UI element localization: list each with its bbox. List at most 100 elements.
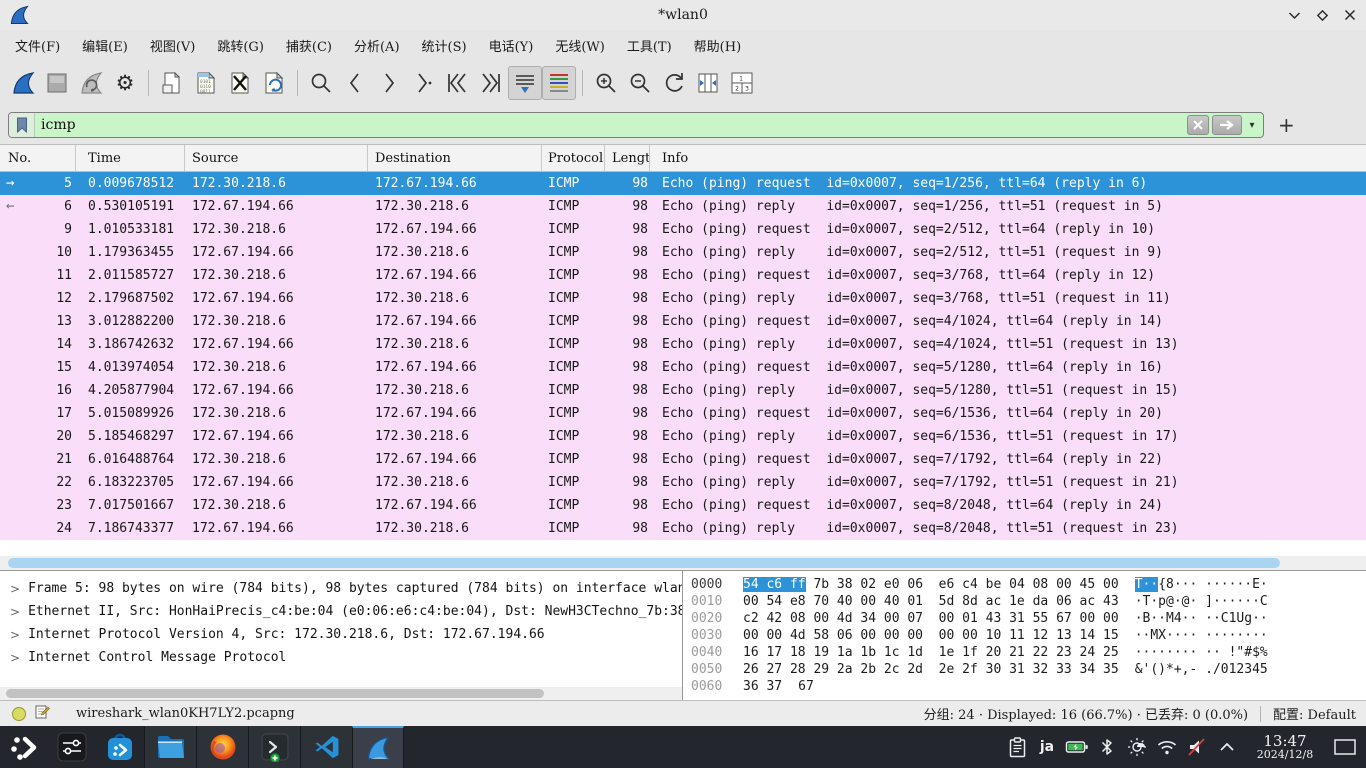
profile-label[interactable]: 配置: Default bbox=[1273, 704, 1356, 723]
go-to-packet-button[interactable] bbox=[406, 66, 440, 100]
packet-row[interactable]: 154.013974054172.30.218.6172.67.194.66IC… bbox=[0, 356, 1366, 379]
expander-icon[interactable]: > bbox=[10, 651, 20, 665]
taskbar-wireshark-button[interactable] bbox=[352, 726, 404, 768]
filter-clear-button[interactable] bbox=[1187, 115, 1209, 135]
capture-comment-icon[interactable] bbox=[34, 704, 50, 724]
column-header-dst[interactable]: Destination bbox=[368, 145, 542, 171]
stop-capture-button[interactable] bbox=[40, 66, 74, 100]
column-header-proto[interactable]: Protocol bbox=[542, 145, 605, 171]
normal-size-button[interactable] bbox=[657, 66, 691, 100]
expander-icon[interactable]: > bbox=[10, 605, 20, 619]
minimize-button[interactable] bbox=[1286, 7, 1302, 23]
menu-item-10[interactable]: 帮助(H) bbox=[683, 32, 752, 59]
colorize-toggle[interactable] bbox=[542, 66, 576, 100]
menu-item-1[interactable]: 编辑(E) bbox=[71, 32, 139, 59]
settings-button[interactable] bbox=[48, 726, 96, 768]
start-capture-button[interactable] bbox=[6, 66, 40, 100]
software-store-button[interactable] bbox=[96, 726, 144, 768]
packet-row[interactable]: 91.010533181172.30.218.6172.67.194.66ICM… bbox=[0, 218, 1366, 241]
detail-line-0[interactable]: >Frame 5: 98 bytes on wire (784 bits), 9… bbox=[0, 577, 682, 600]
packet-list-hscrollbar[interactable] bbox=[0, 556, 1366, 570]
battery-tray-icon[interactable] bbox=[1062, 737, 1092, 757]
menu-item-3[interactable]: 跳转(G) bbox=[206, 32, 275, 59]
hex-row[interactable]: 001000 54 e8 70 40 00 40 01 5d 8d ac 1e … bbox=[691, 594, 1366, 611]
column-header-time[interactable]: Time bbox=[76, 145, 185, 171]
expert-info-icon[interactable] bbox=[12, 707, 26, 721]
app-launcher-button[interactable] bbox=[0, 726, 48, 768]
menu-item-5[interactable]: 分析(A) bbox=[343, 32, 411, 59]
menu-item-4[interactable]: 捕获(C) bbox=[275, 32, 343, 59]
go-last-packet-button[interactable] bbox=[474, 66, 508, 100]
input-method-indicator[interactable]: ja bbox=[1032, 739, 1062, 755]
packet-row[interactable]: 216.016488764172.30.218.6172.67.194.66IC… bbox=[0, 448, 1366, 471]
taskbar-terminal-button[interactable] bbox=[248, 726, 300, 768]
column-header-len[interactable]: Length bbox=[605, 145, 650, 171]
close-button[interactable] bbox=[1342, 7, 1358, 23]
hex-row[interactable]: 006036 3767 bbox=[691, 679, 1366, 696]
brightness-tray-icon[interactable] bbox=[1122, 737, 1152, 757]
go-next-button[interactable] bbox=[372, 66, 406, 100]
clipboard-tray-icon[interactable] bbox=[1002, 737, 1032, 758]
column-header-src[interactable]: Source bbox=[185, 145, 368, 171]
filter-apply-button[interactable] bbox=[1212, 115, 1242, 135]
reload-capture-file-button[interactable] bbox=[257, 66, 291, 100]
volume-muted-tray-icon[interactable] bbox=[1182, 737, 1212, 757]
filter-bookmark-icon[interactable] bbox=[9, 113, 35, 137]
packet-row[interactable]: 122.179687502172.67.194.66172.30.218.6IC… bbox=[0, 287, 1366, 310]
filter-add-button[interactable]: + bbox=[1278, 113, 1295, 137]
column-header-info[interactable]: Info bbox=[650, 145, 1366, 171]
hex-row[interactable]: 0020c2 42 08 00 4d 34 00 07 00 01 43 31 … bbox=[691, 611, 1366, 628]
menu-item-2[interactable]: 视图(V) bbox=[139, 32, 207, 59]
display-filter-input[interactable] bbox=[35, 117, 1187, 133]
detail-line-2[interactable]: >Internet Protocol Version 4, Src: 172.3… bbox=[0, 623, 682, 646]
menu-item-6[interactable]: 统计(S) bbox=[411, 32, 478, 59]
bluetooth-tray-icon[interactable] bbox=[1092, 737, 1122, 757]
go-previous-button[interactable] bbox=[338, 66, 372, 100]
taskbar-firefox-button[interactable] bbox=[196, 726, 248, 768]
expander-icon[interactable]: > bbox=[10, 628, 20, 642]
scrollbar-thumb[interactable] bbox=[6, 689, 544, 698]
tray-expand-icon[interactable] bbox=[1212, 742, 1242, 752]
filter-dropdown-caret[interactable]: ▾ bbox=[1245, 120, 1259, 131]
open-capture-file-button[interactable] bbox=[155, 66, 189, 100]
packet-row[interactable]: 164.205877904172.67.194.66172.30.218.6IC… bbox=[0, 379, 1366, 402]
layout-button[interactable]: 123 bbox=[725, 66, 759, 100]
taskbar-clock[interactable]: 13:47 2024/12/8 bbox=[1248, 733, 1322, 762]
packet-row[interactable]: 205.185468297172.67.194.66172.30.218.6IC… bbox=[0, 425, 1366, 448]
packet-row[interactable]: →50.009678512172.30.218.6172.67.194.66IC… bbox=[0, 172, 1366, 195]
packet-row[interactable]: 133.012882200172.30.218.6172.67.194.66IC… bbox=[0, 310, 1366, 333]
packet-row[interactable]: 112.011585727172.30.218.6172.67.194.66IC… bbox=[0, 264, 1366, 287]
save-capture-file-button[interactable]: 010101100011 bbox=[189, 66, 223, 100]
column-header-no[interactable]: No. bbox=[0, 145, 76, 171]
menu-item-9[interactable]: 工具(T) bbox=[616, 32, 683, 59]
find-packet-button[interactable] bbox=[304, 66, 338, 100]
menu-item-7[interactable]: 电话(Y) bbox=[478, 32, 545, 59]
go-first-packet-button[interactable] bbox=[440, 66, 474, 100]
taskbar-vscode-button[interactable] bbox=[300, 726, 352, 768]
capture-options-button[interactable]: ⚙ bbox=[108, 66, 142, 100]
packet-row[interactable]: 237.017501667172.30.218.6172.67.194.66IC… bbox=[0, 494, 1366, 517]
hex-row[interactable]: 004016 17 18 19 1a 1b 1c 1d 1e 1f 20 21 … bbox=[691, 645, 1366, 662]
details-hscrollbar[interactable] bbox=[0, 687, 682, 700]
hex-row[interactable]: 005026 27 28 29 2a 2b 2c 2d 2e 2f 30 31 … bbox=[691, 662, 1366, 679]
packet-row[interactable]: ←60.530105191172.67.194.66172.30.218.6IC… bbox=[0, 195, 1366, 218]
detail-line-1[interactable]: >Ethernet II, Src: HonHaiPrecis_c4:be:04… bbox=[0, 600, 682, 623]
hex-row[interactable]: 000054 c6 ff 7b 38 02 e0 06 e6 c4 be 04 … bbox=[691, 577, 1366, 594]
zoom-out-button[interactable] bbox=[623, 66, 657, 100]
packet-row[interactable]: 226.183223705172.67.194.66172.30.218.6IC… bbox=[0, 471, 1366, 494]
auto-scroll-toggle[interactable] bbox=[508, 66, 542, 100]
packet-row[interactable]: 247.186743377172.67.194.66172.30.218.6IC… bbox=[0, 517, 1366, 540]
packet-row[interactable]: 101.179363455172.67.194.66172.30.218.6IC… bbox=[0, 241, 1366, 264]
menu-item-8[interactable]: 无线(W) bbox=[544, 32, 616, 59]
show-desktop-button[interactable] bbox=[1328, 739, 1362, 755]
restart-capture-button[interactable] bbox=[74, 66, 108, 100]
maximize-button[interactable] bbox=[1314, 7, 1330, 23]
packet-row[interactable]: 143.186742632172.67.194.66172.30.218.6IC… bbox=[0, 333, 1366, 356]
close-capture-file-button[interactable] bbox=[223, 66, 257, 100]
taskbar-file-manager-button[interactable] bbox=[144, 726, 196, 768]
zoom-in-button[interactable] bbox=[589, 66, 623, 100]
menu-item-0[interactable]: 文件(F) bbox=[4, 32, 71, 59]
hex-row[interactable]: 003000 00 4d 58 06 00 00 00 00 00 10 11 … bbox=[691, 628, 1366, 645]
packet-row[interactable]: 175.015089926172.30.218.6172.67.194.66IC… bbox=[0, 402, 1366, 425]
expander-icon[interactable]: > bbox=[10, 582, 20, 596]
